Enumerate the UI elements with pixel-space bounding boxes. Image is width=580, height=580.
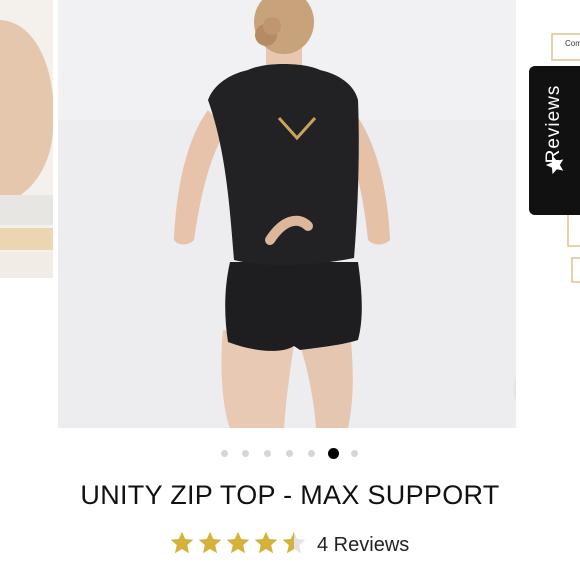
pagination-dot[interactable] [220, 450, 228, 457]
review-count-link[interactable]: 4 Reviews [317, 534, 409, 557]
pagination-dot-active[interactable] [327, 448, 339, 459]
product-image[interactable] [58, 0, 516, 428]
reviews-tab[interactable]: Reviews [529, 66, 580, 215]
pagination-dot[interactable] [285, 450, 293, 457]
previous-slide[interactable] [0, 0, 53, 344]
reviews-tab-label: Reviews [543, 84, 564, 164]
pagination-dot[interactable] [264, 450, 272, 457]
rating-star-icon [254, 531, 278, 554]
product-rating[interactable]: 4 Reviews [169, 530, 429, 558]
carousel-pagination [0, 447, 580, 459]
rating-star-icon [198, 531, 222, 554]
rating-star-icon [170, 531, 194, 554]
image-carousel[interactable]: Com [0, 0, 580, 428]
previous-slide-image [0, 0, 53, 344]
rating-star-icon [282, 531, 306, 554]
product-title: UNITY ZIP TOP - MAX SUPPORT [80, 480, 500, 510]
product-photo-illustration [58, 0, 516, 428]
next-slide-text: Com [565, 39, 580, 48]
pagination-dot[interactable] [242, 450, 250, 457]
pagination-dot[interactable] [307, 450, 315, 457]
pagination-dot[interactable] [351, 450, 359, 457]
rating-star-icon [226, 531, 250, 554]
